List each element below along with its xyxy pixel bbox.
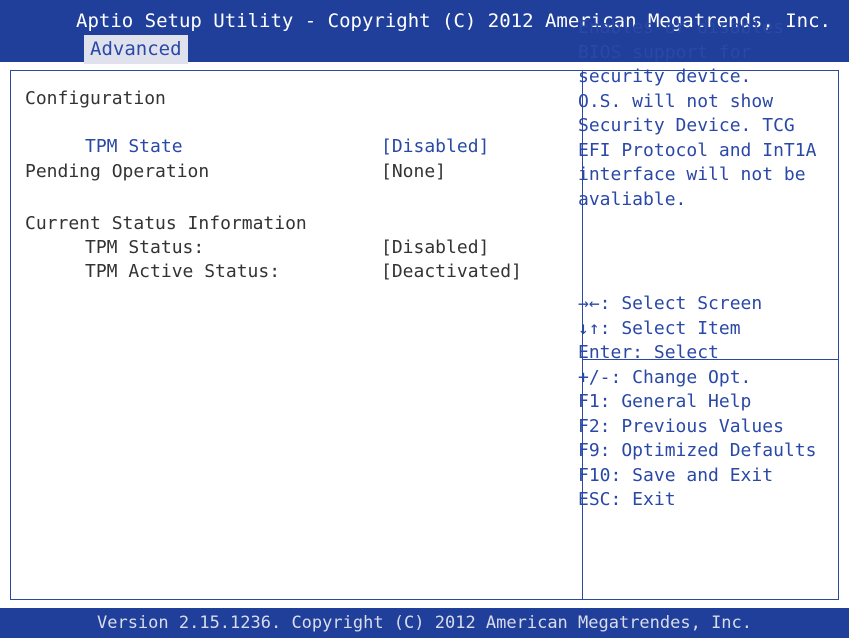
section-configuration: Configuration [25, 88, 166, 109]
key-optimized-defaults: F9: Optimized Defaults [578, 440, 817, 461]
footer-bar: Version 2.15.1236. Copyright (C) 2012 Am… [0, 608, 849, 638]
help-line: interface will not be [578, 164, 806, 185]
help-text: Enables or disables BIOS support for sec… [578, 16, 828, 212]
tpm-status-value: [Disabled] [381, 237, 490, 258]
help-line: O.S. will not show [578, 90, 774, 112]
key-change-opt: +/-: Change Opt. [578, 366, 752, 388]
key-select-item: ↓↑: Select Item [578, 317, 741, 339]
help-line: Enables or disables [578, 17, 784, 38]
security-device-support-value[interactable]: [Enable] [381, 111, 468, 135]
key-previous-values: F2: Previous Values [578, 415, 784, 437]
section-current-status: Current Status Information [25, 213, 307, 234]
key-general-help: F1: General Help [578, 391, 752, 412]
security-device-support-label[interactable]: Security Device Support [85, 111, 334, 135]
tpm-active-status-label: TPM Active Status: [85, 261, 281, 282]
tpm-state-value[interactable]: [Disabled] [381, 135, 489, 159]
help-line: BIOS support for [578, 41, 752, 63]
tpm-active-status-value: [Deactivated] [381, 261, 522, 282]
key-enter: Enter: Select [578, 342, 719, 363]
tpm-status-label: TPM Status: [85, 237, 205, 258]
key-esc-exit: ESC: Exit [578, 489, 676, 510]
pending-operation-label: Pending Operation [25, 161, 210, 182]
help-line: avaliable. [578, 188, 687, 210]
key-select-screen: →←: Select Screen [578, 293, 763, 314]
key-save-exit: F10: Save and Exit [578, 464, 774, 486]
settings-pane: Configuration Security Device Support [E… [11, 71, 581, 599]
help-line: EFI Protocol and InT1A [578, 139, 817, 161]
pending-operation-value: [None] [381, 161, 447, 182]
tpm-state-label[interactable]: TPM State [85, 135, 183, 159]
key-legend: →←: Select Screen ↓↑: Select Item Enter:… [578, 292, 828, 513]
tab-advanced[interactable]: Advanced [84, 35, 188, 64]
help-line: Security Device. TCG [578, 115, 795, 136]
help-line: security device. [578, 66, 752, 87]
